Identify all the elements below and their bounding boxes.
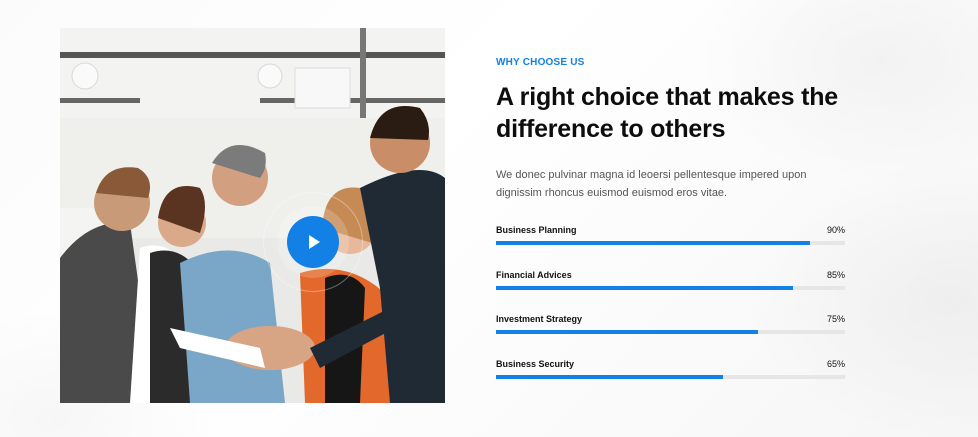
skill-bars: Business Planning 90% Financial Advices … bbox=[496, 223, 846, 401]
progress-fill bbox=[496, 285, 793, 290]
play-icon bbox=[309, 235, 320, 249]
play-video-button[interactable] bbox=[287, 216, 339, 268]
progress-track bbox=[496, 241, 845, 245]
skill-label: Financial Advices bbox=[496, 269, 572, 280]
skill-percent: 65% bbox=[826, 358, 845, 369]
progress-fill bbox=[496, 374, 723, 379]
progress-fill bbox=[496, 241, 811, 245]
skill-percent: 85% bbox=[826, 269, 845, 280]
skill-bar-business-security: Business Security 65% bbox=[496, 357, 846, 402]
skill-percent: 90% bbox=[826, 225, 845, 235]
skill-bar-investment-strategy: Investment Strategy 75% bbox=[496, 312, 846, 357]
team-photo bbox=[60, 28, 445, 403]
skill-bar-financial-advices: Financial Advices 85% bbox=[496, 268, 846, 313]
section-heading: A right choice that makes the difference… bbox=[496, 83, 838, 143]
why-choose-us-content: WHY CHOOSE US A right choice that makes … bbox=[496, 56, 846, 401]
progress-track bbox=[496, 330, 845, 334]
progress-track bbox=[496, 374, 845, 379]
skill-bar-business-planning: Business Planning 90% bbox=[496, 223, 846, 268]
team-photo-illustration bbox=[60, 28, 445, 403]
skill-percent: 75% bbox=[826, 314, 845, 324]
skill-label: Business Security bbox=[496, 358, 575, 369]
skill-label: Business Planning bbox=[496, 225, 577, 235]
section-eyebrow: WHY CHOOSE US bbox=[496, 57, 585, 68]
progress-track bbox=[496, 285, 845, 290]
skill-label: Investment Strategy bbox=[496, 314, 583, 324]
section-description: We donec pulvinar magna id leoersi pelle… bbox=[496, 169, 807, 199]
progress-fill bbox=[496, 330, 758, 334]
